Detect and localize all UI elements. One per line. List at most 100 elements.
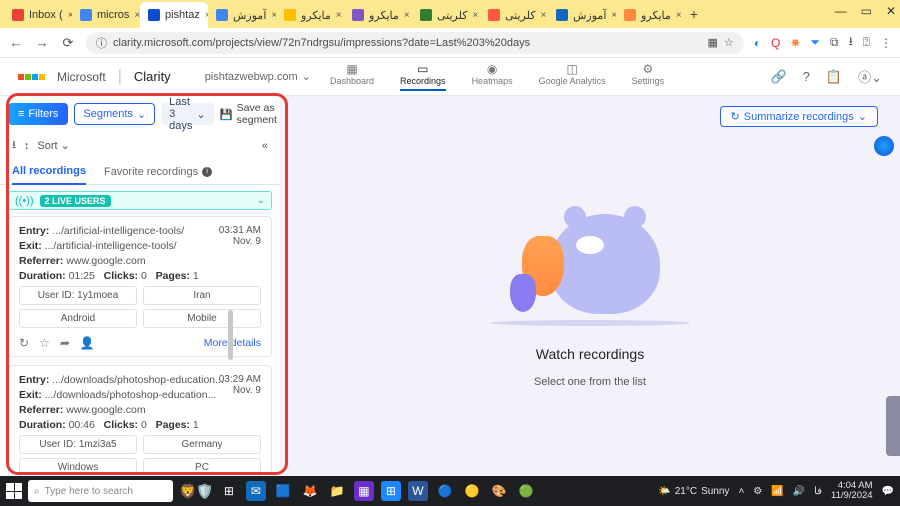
taskbar-app-icon[interactable]: ▦ bbox=[354, 481, 374, 501]
taskbar-explorer-icon[interactable]: 📁 bbox=[327, 481, 347, 501]
ext-icon-4[interactable]: ⏷ bbox=[810, 35, 820, 50]
nav-heatmaps[interactable]: ◉Heatmaps bbox=[472, 62, 513, 91]
chip-country: Germany bbox=[143, 435, 261, 454]
taskbar-search[interactable]: ⌕ Type here to search bbox=[28, 480, 173, 502]
taskbar-chrome-icon[interactable]: 🔵 bbox=[435, 481, 455, 501]
tray-volume-icon[interactable]: 🔊 bbox=[793, 486, 805, 497]
taskbar-weather[interactable]: 🌤️ 21°C Sunny bbox=[658, 486, 729, 497]
browser-tab[interactable]: مایکرو × bbox=[344, 2, 412, 28]
close-icon[interactable]: × bbox=[336, 10, 342, 21]
nav-dashboard[interactable]: ▦Dashboard bbox=[330, 62, 374, 91]
browser-tab[interactable]: آموزش × bbox=[208, 2, 276, 28]
ext-icon-5[interactable]: ⧉ bbox=[830, 35, 839, 50]
favicon bbox=[556, 9, 568, 21]
download-recordings-icon[interactable]: ⭳ bbox=[12, 136, 16, 155]
feedback-tab[interactable] bbox=[886, 396, 900, 456]
browser-tab[interactable]: کلریتی × bbox=[412, 2, 480, 28]
qr-icon[interactable]: ▦ bbox=[707, 36, 717, 49]
tab-favorite-recordings[interactable]: Favorite recordingsi bbox=[104, 165, 212, 184]
close-icon[interactable]: × bbox=[404, 10, 410, 21]
favicon bbox=[284, 9, 296, 21]
nav-reload-icon[interactable]: ⟳ bbox=[60, 35, 76, 51]
site-info-icon[interactable]: ⓘ bbox=[96, 35, 107, 51]
window-close[interactable]: ✕ bbox=[886, 4, 896, 18]
taskbar-chrome2-icon[interactable]: 🟡 bbox=[462, 481, 482, 501]
browser-tab[interactable]: آموزش × bbox=[548, 2, 616, 28]
taskbar-clock[interactable]: 4:04 AM 11/9/2024 bbox=[831, 481, 873, 501]
tab-all-recordings[interactable]: All recordings bbox=[12, 165, 86, 185]
browser-tab[interactable]: micros × bbox=[72, 2, 140, 28]
browser-tab[interactable]: pishtaz × bbox=[140, 2, 208, 28]
nav-back-icon[interactable]: ← bbox=[8, 35, 24, 50]
close-icon[interactable]: × bbox=[676, 10, 682, 21]
collapse-sidebar-icon[interactable]: « bbox=[262, 140, 268, 152]
weather-icon: 🌤️ bbox=[658, 486, 670, 497]
browser-tab[interactable]: کلریتی × bbox=[480, 2, 548, 28]
nav-settings[interactable]: ⚙Settings bbox=[632, 62, 665, 91]
user-icon[interactable]: 👤 bbox=[80, 336, 95, 350]
taskbar-chrome3-icon[interactable]: 🟢 bbox=[516, 481, 536, 501]
live-users-bar[interactable]: ((•)) 2 LIVE USERS ⌄ bbox=[8, 191, 272, 210]
segments-dropdown[interactable]: Segments⌄ bbox=[74, 103, 155, 125]
clipboard-icon[interactable]: 📋 bbox=[826, 69, 842, 85]
ext-icon-1[interactable]: ◐ bbox=[754, 36, 761, 50]
tab-title: micros bbox=[97, 9, 129, 21]
address-bar[interactable]: ⓘ clarity.microsoft.com/projects/view/72… bbox=[86, 32, 744, 54]
bookmark-star-icon[interactable]: ☆ bbox=[724, 36, 734, 49]
heatmaps-icon: ◉ bbox=[487, 62, 497, 76]
nav-forward-icon[interactable]: → bbox=[34, 35, 50, 50]
profile-icon[interactable]: ⍰ bbox=[863, 35, 870, 50]
menu-kebab-icon[interactable]: ⋮ bbox=[880, 36, 892, 50]
taskbar-firefox-icon[interactable]: 🦊 bbox=[300, 481, 320, 501]
tab-title: pishtaz bbox=[165, 9, 200, 21]
nav-recordings[interactable]: ▭Recordings bbox=[400, 62, 446, 91]
tab-title: مایکرو bbox=[641, 9, 671, 22]
sort-dropdown[interactable]: Sort ⌄ bbox=[37, 139, 69, 152]
tab-title: آموزش bbox=[573, 9, 606, 22]
window-maximize[interactable]: ▭ bbox=[861, 4, 872, 18]
link-icon[interactable]: 🔗 bbox=[770, 69, 786, 85]
daterange-dropdown[interactable]: Last 3 days⌄ bbox=[161, 103, 213, 125]
google analytics-icon: ◫ bbox=[566, 62, 577, 76]
workspace-dropdown[interactable]: pishtazwebwp.com⌄ bbox=[205, 70, 311, 83]
favicon bbox=[216, 9, 228, 21]
start-button[interactable] bbox=[6, 483, 22, 499]
tray-lang[interactable]: فا bbox=[814, 486, 822, 497]
ext-icon-2[interactable]: Q bbox=[771, 36, 780, 50]
task-view-icon[interactable]: ⊞ bbox=[224, 484, 234, 498]
taskbar-outlook-icon[interactable]: ✉ bbox=[246, 481, 266, 501]
taskbar-app2-icon[interactable]: ⊞ bbox=[381, 481, 401, 501]
help-icon[interactable]: ? bbox=[803, 69, 810, 84]
copilot-icon[interactable] bbox=[874, 136, 894, 156]
summarize-recordings-button[interactable]: ↻ Summarize recordings ⌄ bbox=[720, 106, 878, 127]
recording-card[interactable]: 03:29 AMNov. 9 Entry: .../downloads/phot… bbox=[8, 365, 272, 476]
close-icon[interactable]: × bbox=[473, 10, 479, 21]
close-icon[interactable]: × bbox=[541, 10, 547, 21]
filters-button[interactable]: ≡ Filters bbox=[8, 103, 68, 125]
browser-tab[interactable]: Inbox ( × bbox=[4, 2, 72, 28]
ext-icon-3[interactable]: ✸ bbox=[790, 36, 800, 50]
scrollbar[interactable] bbox=[228, 310, 233, 360]
taskbar-paint-icon[interactable]: 🎨 bbox=[489, 481, 509, 501]
tray-wifi-icon[interactable]: 📶 bbox=[771, 486, 783, 497]
taskbar-edge-icon[interactable]: 🟦 bbox=[273, 481, 293, 501]
chip-device: PC bbox=[143, 458, 261, 476]
chevron-down-icon: ⌄ bbox=[257, 195, 265, 206]
taskbar-word-icon[interactable]: W bbox=[408, 481, 428, 501]
refresh-icon[interactable]: ↻ bbox=[19, 336, 29, 350]
new-tab-button[interactable]: + bbox=[684, 6, 704, 22]
account-icon[interactable]: ⓐ⌄ bbox=[858, 67, 882, 86]
star-icon[interactable]: ☆ bbox=[39, 336, 50, 350]
download-icon[interactable]: ⭳ bbox=[849, 32, 853, 53]
tray-chevron-icon[interactable]: ˄ bbox=[738, 486, 744, 497]
favicon bbox=[12, 9, 24, 21]
browser-tab[interactable]: مایکرو × bbox=[616, 2, 684, 28]
nav-google-analytics[interactable]: ◫Google Analytics bbox=[539, 62, 606, 91]
tray-network-icon[interactable]: ⚙ bbox=[753, 486, 762, 497]
tray-notifications-icon[interactable]: 💬 bbox=[882, 486, 894, 497]
window-minimize[interactable]: — bbox=[835, 4, 847, 18]
share-icon[interactable]: ➦ bbox=[60, 336, 70, 350]
save-segment-button[interactable]: 💾 Save as segment bbox=[220, 102, 277, 126]
chip-os: Android bbox=[19, 309, 137, 328]
browser-tab[interactable]: مایکرو × bbox=[276, 2, 344, 28]
